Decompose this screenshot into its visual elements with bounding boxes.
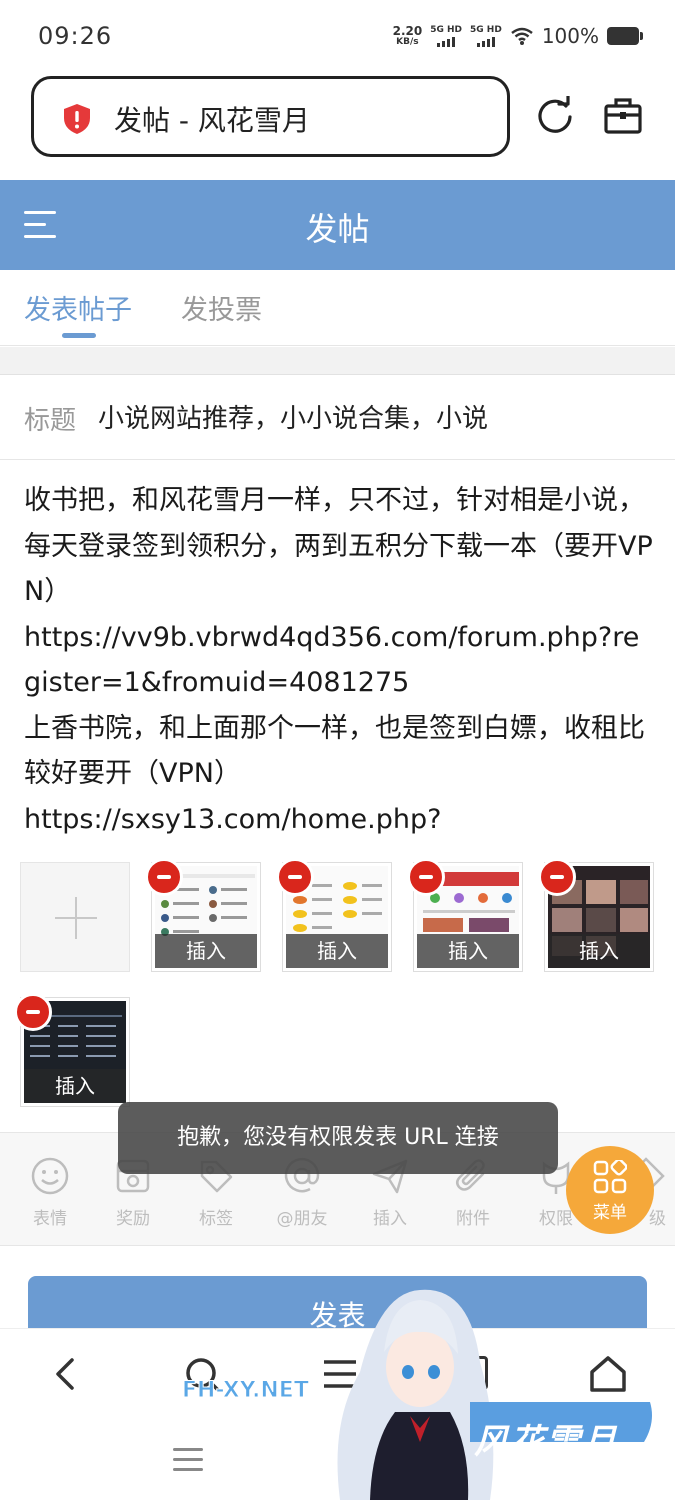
page-url-title[interactable]: 发帖 - 风花雪月	[114, 99, 310, 139]
attachment-thumbnail[interactable]: 插入	[14, 993, 130, 1107]
insert-attachment-button[interactable]: 插入	[155, 934, 257, 968]
body-line: https://vv9b.vbrwd4qd356.com/forum.php?r…	[24, 621, 640, 699]
battery-icon	[607, 27, 643, 45]
title-label: 标题	[24, 406, 77, 436]
sim2-signal-icon: 5G HD	[470, 25, 502, 47]
remove-attachment-button[interactable]	[14, 993, 52, 1031]
menu-fab-button[interactable]: 菜单	[566, 1146, 654, 1234]
system-menu-icon[interactable]	[173, 1448, 203, 1472]
permission-error-toast: 抱歉，您没有权限发表 URL 连接	[118, 1102, 558, 1174]
active-tab-indicator	[62, 333, 96, 338]
title-field-row[interactable]: 标题 小说网站推荐，小小说合集，小说	[0, 376, 675, 460]
post-body-textarea[interactable]: 收书把，和风花雪月一样，只不过，针对相是小说，每天登录签到领积分，两到五积分下载…	[24, 478, 656, 842]
attachment-thumbnail[interactable]: 插入	[145, 858, 261, 972]
page-header: 发帖	[0, 180, 675, 270]
toolbar-emoji-button[interactable]: 表情	[20, 1156, 80, 1229]
insert-attachment-button[interactable]: 插入	[24, 1069, 126, 1103]
attachment-thumbnail[interactable]: 插入	[538, 858, 654, 972]
watermark-mascot	[337, 1289, 652, 1500]
network-speed: 2.20 KB/s	[392, 24, 423, 47]
reload-icon[interactable]	[535, 96, 575, 136]
insert-attachment-button[interactable]: 插入	[417, 934, 519, 968]
remove-attachment-button[interactable]	[276, 858, 314, 896]
address-bar[interactable]: 发帖 - 风花雪月	[31, 76, 510, 157]
remove-attachment-button[interactable]	[145, 858, 183, 896]
post-type-tabs: 发表帖子 发投票	[0, 270, 675, 346]
toolbox-icon[interactable]	[603, 96, 643, 136]
insert-attachment-button[interactable]: 插入	[548, 934, 650, 968]
sim1-signal-icon: 5G HD	[430, 25, 462, 47]
remove-attachment-button[interactable]	[407, 858, 445, 896]
grid-icon	[593, 1160, 627, 1194]
wifi-icon	[511, 27, 533, 45]
watermark-name: 风花雪月	[474, 1422, 618, 1462]
body-line: https://sxsy13.com/home.php?	[24, 803, 442, 835]
page-title: 发帖	[305, 210, 370, 248]
remove-attachment-button[interactable]	[538, 858, 576, 896]
smile-icon	[31, 1157, 69, 1195]
insert-attachment-button[interactable]: 插入	[286, 934, 388, 968]
status-bar: 09:26 2.20 KB/s 5G HD 5G HD 100%	[0, 0, 675, 74]
attachment-thumbnail[interactable]: 插入	[276, 858, 392, 972]
attachment-thumbnail[interactable]: 插入	[407, 858, 523, 972]
body-line: 收书把，和风花雪月一样，只不过，针对相是小说，每天登录签到领积分，两到五积分下载…	[24, 485, 653, 607]
body-line: 上香书院，和上面那个一样，也是签到白嫖，收租比较好要开（VPN）	[24, 712, 645, 790]
back-icon[interactable]	[44, 1352, 88, 1396]
status-indicators: 2.20 KB/s 5G HD 5G HD 100%	[392, 24, 643, 48]
title-input[interactable]: 小说网站推荐，小小说合集，小说	[98, 398, 488, 435]
section-divider	[0, 347, 675, 375]
security-warning-icon[interactable]	[62, 103, 92, 135]
status-time: 09:26	[38, 22, 113, 50]
tab-post-thread[interactable]: 发表帖子	[24, 288, 132, 327]
watermark-site: FH-XY.NET	[182, 1378, 310, 1404]
tab-post-poll[interactable]: 发投票	[181, 288, 262, 327]
battery-percent: 100%	[541, 24, 599, 48]
add-attachment-button[interactable]	[20, 862, 130, 972]
